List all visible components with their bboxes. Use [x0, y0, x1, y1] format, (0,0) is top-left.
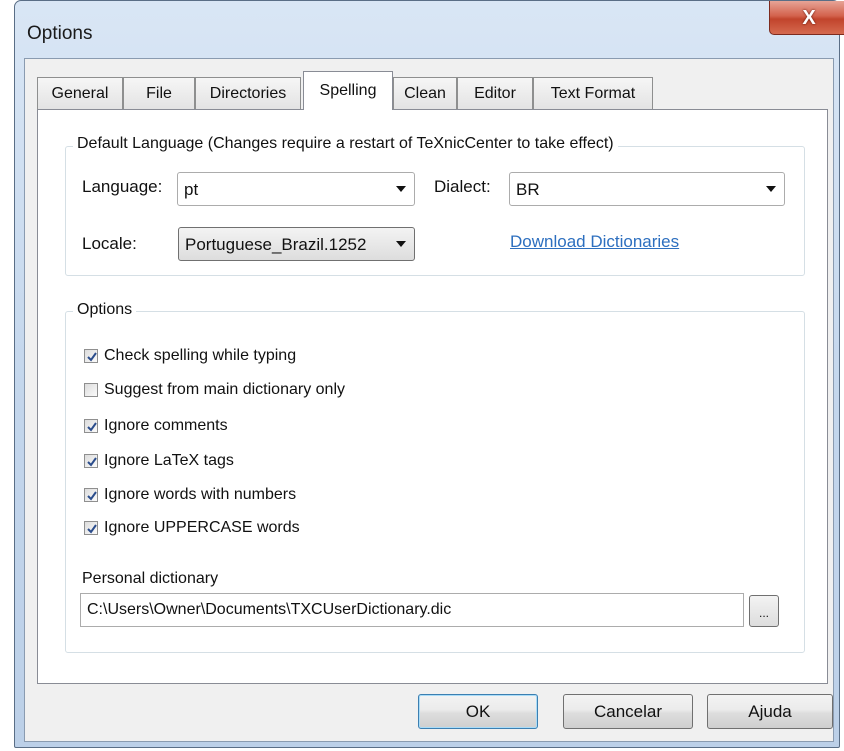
checkbox-label: Ignore LaTeX tags [104, 452, 234, 469]
ignore-words-with-numbers[interactable]: Ignore words with numbers [84, 484, 296, 506]
chevron-down-icon [396, 186, 406, 192]
spelling-content: Default Language (Changes require a rest… [0, 0, 844, 751]
checkbox-label: Ignore words with numbers [104, 486, 297, 503]
cancel-button[interactable]: Cancelar [563, 694, 693, 729]
checkbox[interactable] [84, 488, 98, 502]
checkbox[interactable] [84, 349, 98, 363]
locale-label: Locale: [82, 234, 137, 253]
locale-select[interactable]: Portuguese_Brazil.1252 [178, 227, 415, 261]
checkbox[interactable] [84, 521, 98, 535]
personal-dictionary-label: Personal dictionary [82, 570, 219, 587]
suggest-from-main-dictionary-only[interactable]: Suggest from main dictionary only [84, 379, 345, 401]
ignore-uppercase-words[interactable]: Ignore UPPERCASE words [84, 517, 300, 539]
checkbox[interactable] [84, 383, 98, 397]
personal-dictionary-field[interactable]: C:\Users\Owner\Documents\TXCUserDictiona… [80, 593, 744, 627]
ignore-latex-tags[interactable]: Ignore LaTeX tags [84, 450, 234, 472]
default-language-legend: Default Language (Changes require a rest… [73, 135, 618, 153]
options-legend: Options [73, 301, 137, 319]
checkbox-label: Ignore UPPERCASE words [104, 519, 300, 536]
checkbox[interactable] [84, 454, 98, 468]
download-dictionaries-link[interactable]: Download Dictionaries [510, 232, 679, 252]
checkbox[interactable] [84, 419, 98, 433]
default-language-group [65, 146, 805, 276]
chevron-down-icon [396, 241, 406, 247]
language-select[interactable]: pt [177, 172, 415, 206]
dialect-value: BR [516, 180, 540, 199]
locale-value: Portuguese_Brazil.1252 [185, 235, 367, 254]
chevron-down-icon [766, 186, 776, 192]
checkbox-label: Ignore comments [104, 417, 228, 434]
checkbox-label: Suggest from main dictionary only [104, 381, 345, 398]
help-button[interactable]: Ajuda [707, 694, 833, 729]
dialect-select[interactable]: BR [509, 172, 785, 206]
ignore-comments[interactable]: Ignore comments [84, 415, 228, 437]
check-spelling-while-typing[interactable]: Check spelling while typing [84, 345, 296, 367]
language-value: pt [184, 180, 199, 199]
checkbox-label: Check spelling while typing [104, 347, 297, 364]
ok-button[interactable]: OK [418, 694, 538, 729]
dialect-label: Dialect: [434, 177, 491, 196]
browse-button[interactable]: ... [749, 595, 779, 627]
language-label: Language: [82, 177, 163, 196]
